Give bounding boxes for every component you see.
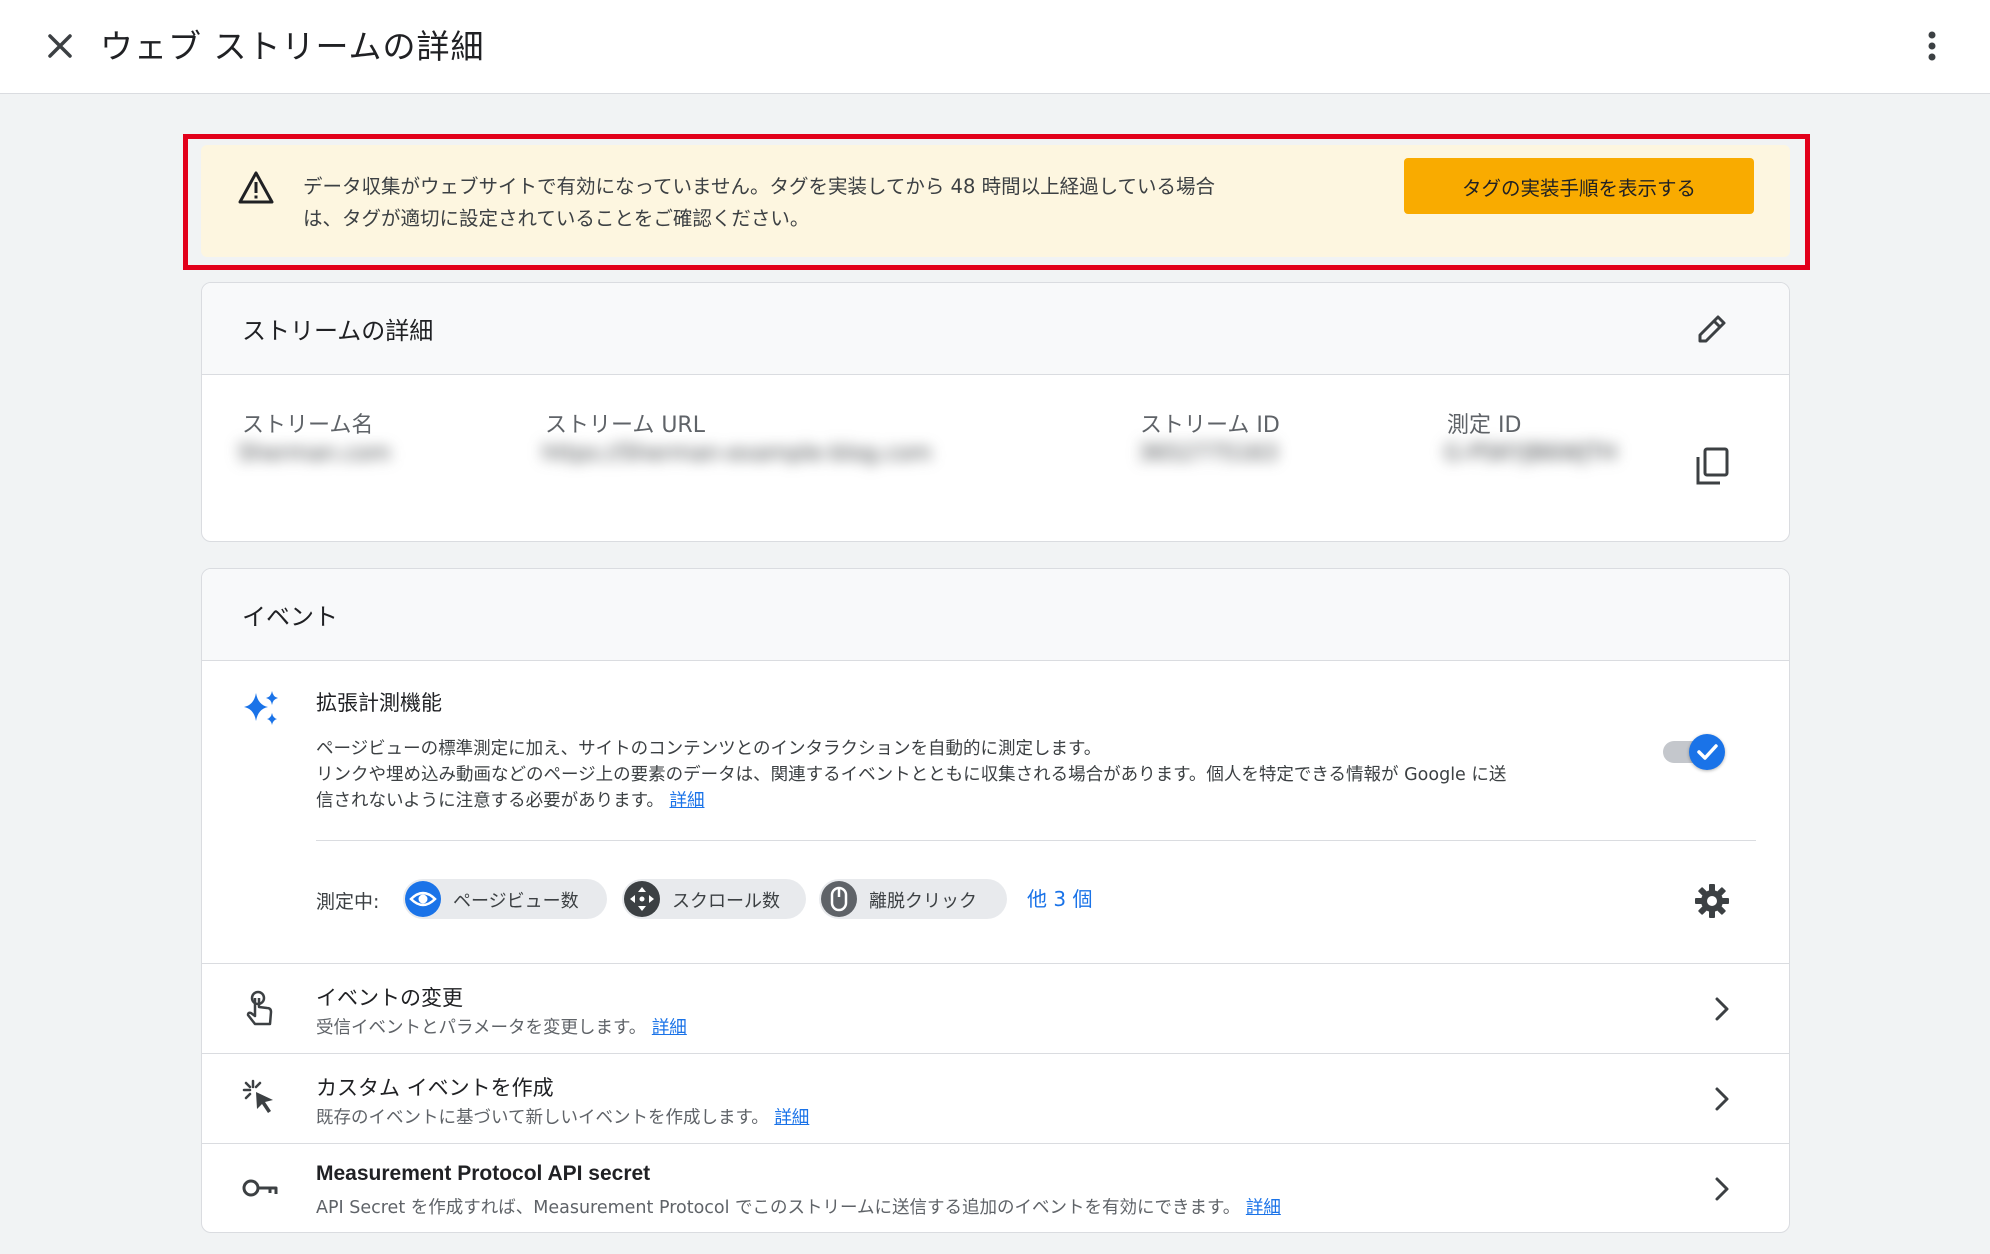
measurement-id-label: 測定 ID <box>1447 413 1522 438</box>
copy-icon[interactable] <box>1692 445 1732 489</box>
click-icon <box>240 1078 280 1118</box>
chevron-right-icon <box>1705 991 1739 1027</box>
enhanced-measurement-toggle[interactable] <box>1663 732 1725 772</box>
top-app-bar: ウェブ ストリームの詳細 <box>0 0 1990 94</box>
highlight-box <box>183 134 1810 270</box>
scroll-icon <box>624 881 660 917</box>
measuring-label: 測定中: <box>316 891 380 913</box>
divider <box>316 840 1756 841</box>
stream-url-value: https://Sherman-example-blog.com <box>542 441 932 466</box>
check-icon <box>1697 744 1718 760</box>
stream-details-title: ストリームの詳細 <box>242 317 434 345</box>
row-learn-more-link[interactable]: 詳細 <box>774 1108 809 1128</box>
row-measurement-protocol[interactable]: Measurement Protocol API secret API Secr… <box>202 1143 1789 1232</box>
stream-id-value: 3652775163 <box>1138 441 1278 466</box>
events-header: イベント <box>202 569 1789 661</box>
more-measurements-link[interactable]: 他 3 個 <box>1027 883 1092 912</box>
more-vert-icon[interactable] <box>1910 24 1954 68</box>
touch-icon <box>240 988 280 1028</box>
chevron-right-icon <box>1705 1081 1739 1117</box>
sparkle-icon <box>242 689 282 729</box>
stream-name-label: ストリーム名 <box>242 413 374 438</box>
mouse-icon <box>821 881 857 917</box>
chevron-right-icon <box>1705 1171 1739 1207</box>
chip-page-views[interactable]: ページビュー数 <box>403 879 607 919</box>
row-learn-more-link[interactable]: 詳細 <box>1246 1198 1281 1218</box>
row-learn-more-link[interactable]: 詳細 <box>652 1018 687 1038</box>
events-title: イベント <box>242 603 338 631</box>
page-title: ウェブ ストリームの詳細 <box>100 27 485 66</box>
learn-more-link[interactable]: 詳細 <box>669 791 704 811</box>
measurement-id-value: G-PSKYJB6WJTH <box>1444 441 1618 466</box>
chip-scrolls[interactable]: スクロール数 <box>622 879 806 919</box>
chip-outbound-clicks[interactable]: 離脱クリック <box>819 879 1007 919</box>
enhanced-measurement-description: ページビューの標準測定に加え、サイトのコンテンツとのインタラクションを自動的に測… <box>316 739 1507 811</box>
row-create-custom-event[interactable]: カスタム イベントを作成 既存のイベントに基づいて新しいイベントを作成します。 … <box>202 1053 1789 1143</box>
gear-icon[interactable] <box>1692 881 1732 921</box>
events-card: イベント 拡張計測機能 ページビューの標準測定に加え、サイトのコンテンツとのイン… <box>201 568 1790 1233</box>
stream-details-header: ストリームの詳細 <box>202 283 1789 375</box>
enhanced-measurement-title: 拡張計測機能 <box>316 691 442 715</box>
stream-details-card: ストリームの詳細 ストリーム名 Sherman.com ストリーム URL ht… <box>201 282 1790 542</box>
stream-url-label: ストリーム URL <box>545 413 705 438</box>
stream-id-label: ストリーム ID <box>1140 413 1280 438</box>
eye-icon <box>405 881 441 917</box>
row-modify-events[interactable]: イベントの変更 受信イベントとパラメータを変更します。 詳細 <box>202 963 1789 1053</box>
stream-name-value: Sherman.com <box>238 441 391 466</box>
edit-pencil-icon[interactable] <box>1692 309 1732 349</box>
key-icon <box>240 1168 280 1208</box>
close-icon[interactable] <box>38 24 82 68</box>
